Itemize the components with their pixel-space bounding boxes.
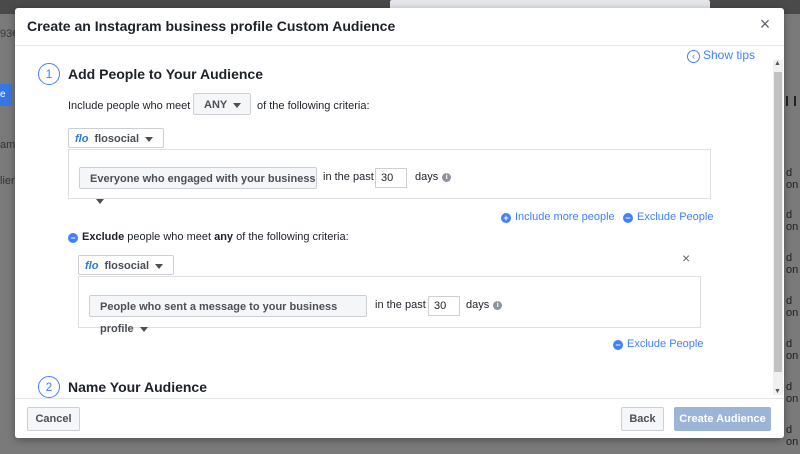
minus-circle-icon: − bbox=[613, 340, 623, 350]
exclude-label: Exclude bbox=[82, 231, 125, 243]
dialog-footer: Cancel Back Create Audience bbox=[15, 398, 784, 438]
match-any-select[interactable]: ANY bbox=[193, 93, 251, 115]
step-1-number: 1 bbox=[38, 63, 60, 85]
source-select[interactable]: flo flosocial bbox=[68, 128, 164, 148]
exclude-days-label-group: days i bbox=[466, 299, 503, 311]
remove-exclusion-icon[interactable]: − bbox=[68, 233, 78, 243]
include-suffix-text: of the following criteria: bbox=[257, 100, 370, 112]
exclude-suffix: of the following criteria: bbox=[236, 231, 349, 243]
back-button[interactable]: Back bbox=[621, 407, 664, 431]
close-exclusion-icon[interactable]: × bbox=[682, 250, 690, 266]
close-icon[interactable]: × bbox=[756, 15, 774, 33]
exclude-source-select[interactable]: flo flosocial bbox=[78, 255, 174, 275]
exclude-event-value: People who sent a message to your busine… bbox=[100, 301, 338, 335]
caret-down-icon bbox=[96, 198, 104, 204]
include-more-label: Include more people bbox=[515, 211, 615, 223]
background-right-text: d on bbox=[786, 167, 799, 191]
show-tips-label: Show tips bbox=[703, 48, 756, 62]
custom-audience-dialog: Create an Instagram business profile Cus… bbox=[15, 8, 784, 438]
exclude-people-link[interactable]: − Exclude People bbox=[623, 211, 713, 223]
exclude-rule-panel: People who sent a message to your busine… bbox=[78, 276, 701, 335]
minus-circle-icon: − bbox=[623, 213, 633, 223]
exclude-in-the-past-label: in the past bbox=[375, 299, 426, 311]
info-icon[interactable]: i bbox=[442, 172, 452, 182]
exclude-any-label: any bbox=[214, 231, 234, 243]
dialog-title: Create an Instagram business profile Cus… bbox=[27, 18, 396, 34]
days-label-group: days i bbox=[415, 171, 452, 183]
exclude-days-label: days bbox=[466, 299, 490, 311]
cancel-button[interactable]: Cancel bbox=[27, 407, 80, 431]
engagement-event-select[interactable]: Everyone who engaged with your business bbox=[79, 167, 317, 204]
exclude-event-select[interactable]: People who sent a message to your busine… bbox=[89, 295, 367, 335]
step-2-number: 2 bbox=[38, 376, 60, 398]
caret-down-icon bbox=[233, 102, 242, 108]
pause-icon bbox=[786, 96, 796, 106]
info-icon[interactable]: i bbox=[493, 300, 503, 310]
background-right-text: d on bbox=[786, 252, 799, 276]
scroll-down-icon[interactable]: ▼ bbox=[774, 388, 781, 395]
caret-down-icon bbox=[145, 136, 154, 142]
dialog-header: Create an Instagram business profile Cus… bbox=[15, 8, 784, 46]
include-prefix-text: Include people who meet bbox=[68, 100, 191, 112]
in-the-past-label: in the past bbox=[323, 171, 374, 183]
exclude-label-mid: people who meet bbox=[127, 231, 212, 243]
flosocial-logo: flo bbox=[75, 133, 89, 145]
create-audience-button[interactable]: Create Audience bbox=[674, 407, 771, 431]
exclude-people-link-2[interactable]: − Exclude People bbox=[613, 338, 703, 350]
scroll-up-icon[interactable]: ▲ bbox=[774, 60, 781, 67]
dialog-scrollbar[interactable]: ▲ ▼ bbox=[773, 60, 783, 395]
background-right-text: d on bbox=[786, 209, 799, 233]
step-1-title: Add People to Your Audience bbox=[68, 66, 263, 82]
exclude-days-input[interactable]: 30 bbox=[428, 296, 460, 316]
background-right-text: d on bbox=[786, 338, 799, 362]
background-left-button: e bbox=[0, 84, 12, 106]
background-right-text: d on bbox=[786, 381, 799, 405]
background-right-text: d on bbox=[786, 424, 799, 448]
exclude-criteria-text: − Exclude people who meet any of the foll… bbox=[68, 231, 349, 243]
source-name: flosocial bbox=[94, 133, 140, 145]
scroll-thumb[interactable] bbox=[774, 72, 782, 372]
flosocial-logo: flo bbox=[85, 260, 99, 272]
match-any-value: ANY bbox=[204, 99, 228, 111]
dialog-body: ‹ Show tips 1 Add People to Your Audience… bbox=[15, 46, 784, 398]
plus-circle-icon: + bbox=[501, 213, 511, 223]
caret-down-icon bbox=[139, 326, 148, 332]
days-label: days bbox=[415, 171, 439, 183]
include-rule-panel: Everyone who engaged with your business … bbox=[68, 149, 711, 204]
exclude-people-label: Exclude People bbox=[637, 211, 714, 223]
days-input[interactable]: 30 bbox=[375, 168, 407, 188]
step-2-title: Name Your Audience bbox=[68, 379, 208, 395]
exclude-source-name: flosocial bbox=[104, 260, 150, 272]
chevron-left-icon: ‹ bbox=[687, 50, 700, 63]
engagement-event-value: Everyone who engaged with your business bbox=[90, 173, 316, 185]
show-tips-link[interactable]: ‹ Show tips bbox=[687, 48, 755, 63]
include-more-people-link[interactable]: + Include more people bbox=[501, 211, 615, 223]
caret-down-icon bbox=[155, 263, 164, 269]
background-right-text: d on bbox=[786, 295, 799, 319]
exclude-people-label-2: Exclude People bbox=[627, 338, 704, 350]
